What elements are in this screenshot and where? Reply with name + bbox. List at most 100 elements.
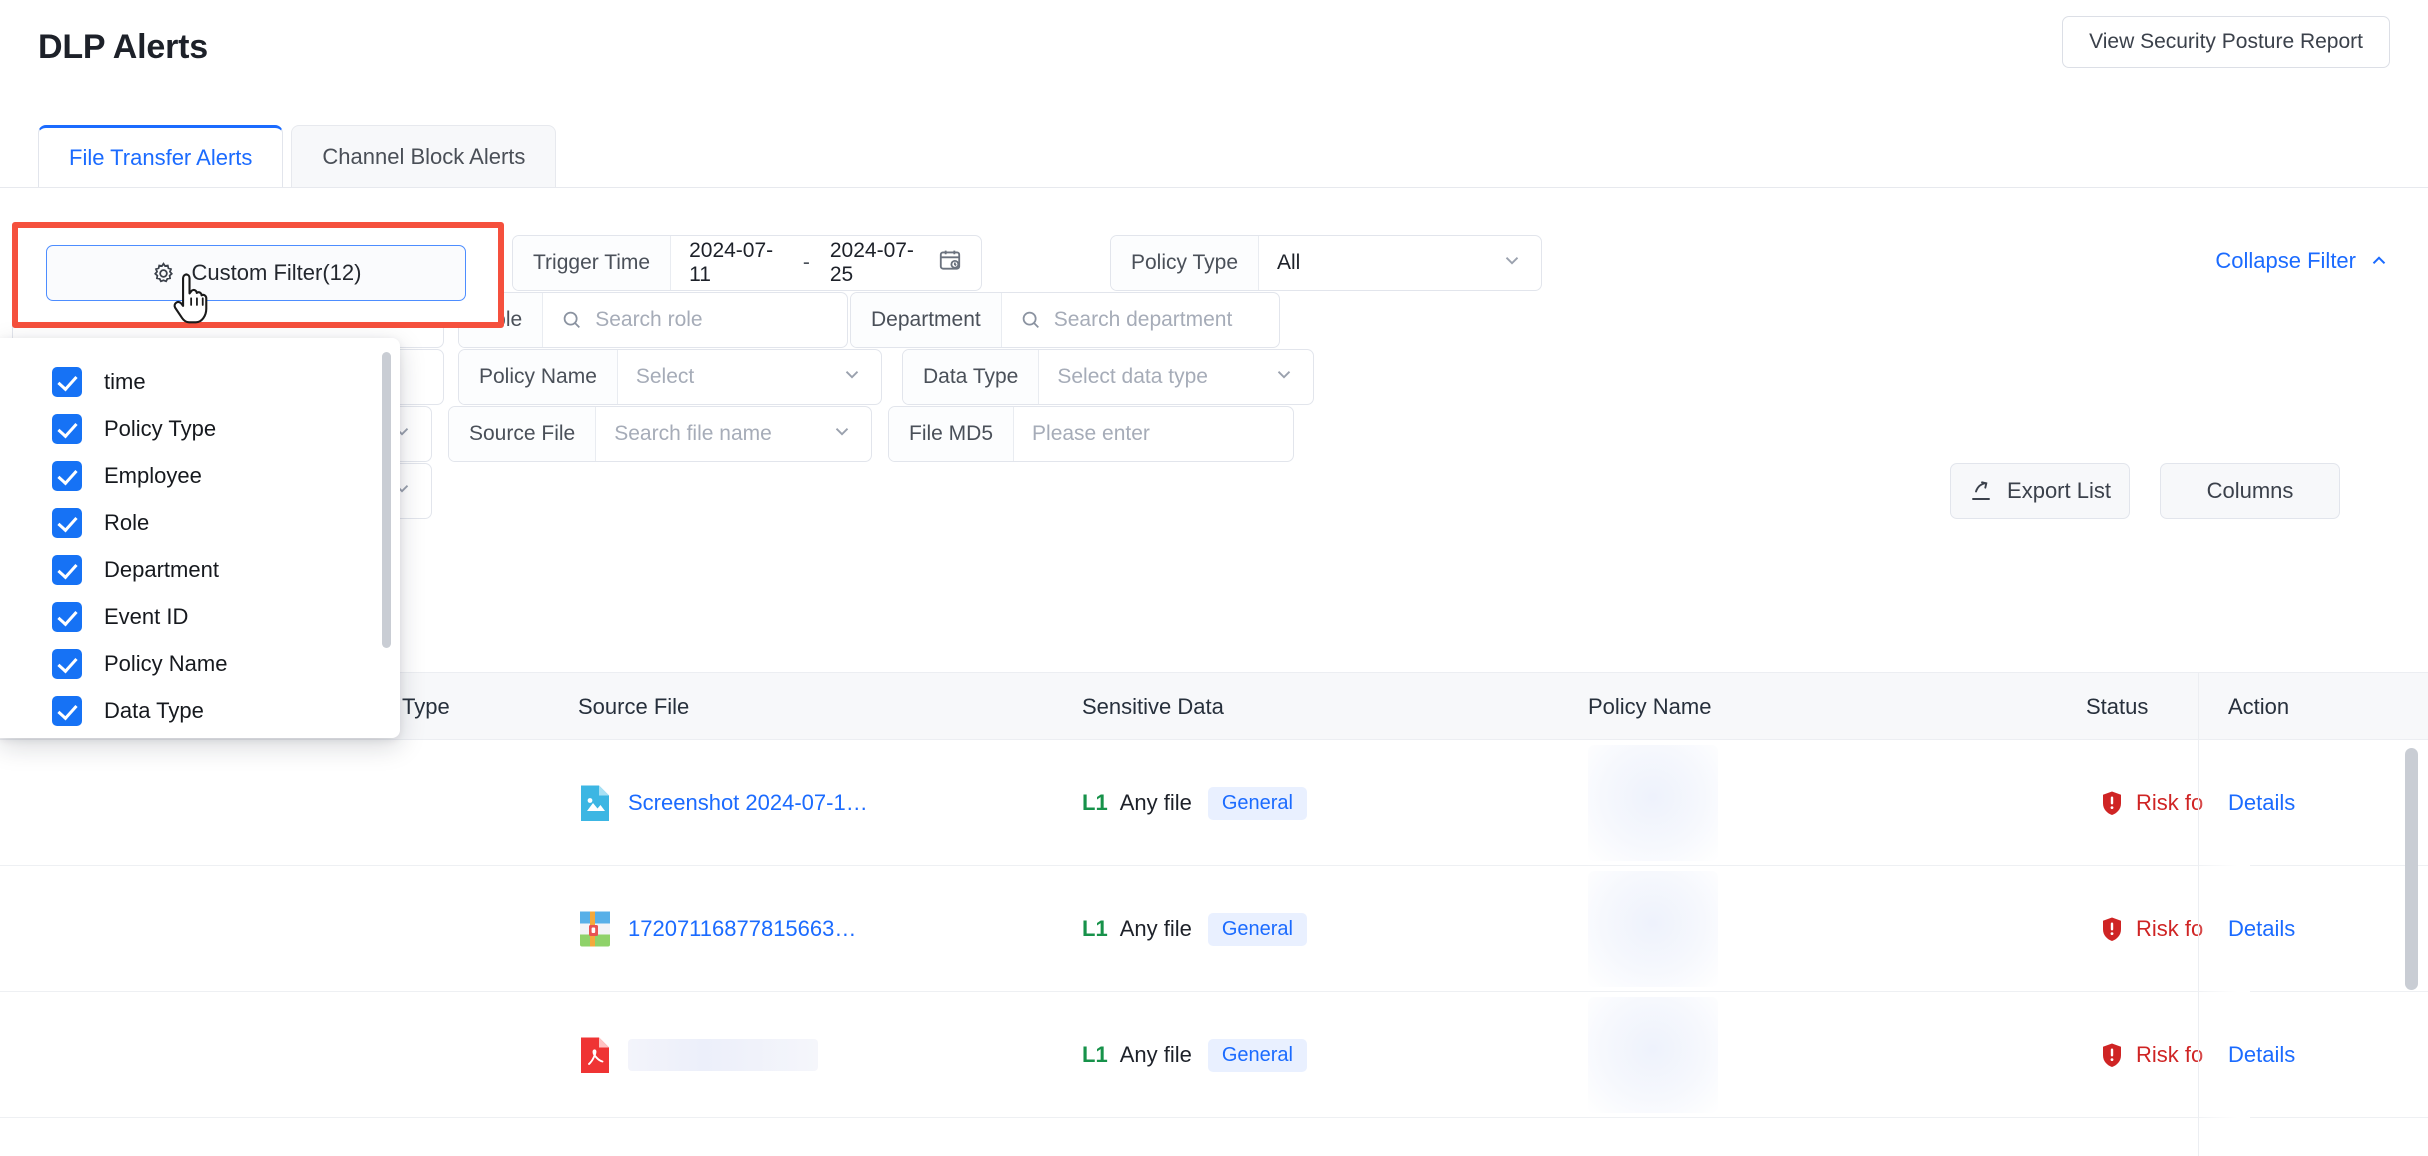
column-header-type[interactable]: Type — [402, 673, 450, 741]
custom-filter-highlight-box: Custom Filter(12) — [12, 222, 504, 328]
cell-policy-name — [1588, 992, 1718, 1118]
risk-shield-icon — [2100, 790, 2124, 816]
dropdown-item-policy-name[interactable]: Policy Name — [0, 640, 400, 687]
role-filter[interactable]: Role Search role — [458, 292, 848, 348]
tab-channel-block-alerts[interactable]: Channel Block Alerts — [291, 125, 557, 188]
cell-source-file[interactable]: Screenshot 2024-07-1… — [578, 740, 868, 866]
dropdown-item-label: time — [104, 368, 146, 394]
table-row[interactable]: L1 Any file General Risk fo Details — [0, 992, 2428, 1118]
dropdown-item-role[interactable]: Role — [0, 499, 400, 546]
file-md5-filter[interactable]: File MD5 Please enter — [888, 406, 1294, 462]
sensitivity-level: L1 — [1082, 790, 1108, 815]
checkbox-checked-icon[interactable] — [52, 460, 82, 491]
cell-action: Details — [2228, 992, 2295, 1118]
dropdown-item-channel[interactable]: Channel — [0, 734, 400, 738]
file-md5-input[interactable]: Please enter — [1032, 422, 1150, 446]
column-header-source-file[interactable]: Source File — [578, 673, 689, 741]
cell-source-file[interactable] — [578, 992, 818, 1118]
dropdown-item-event-id[interactable]: Event ID — [0, 593, 400, 640]
source-file-link[interactable]: Screenshot 2024-07-1… — [628, 790, 868, 816]
dropdown-scrollbar-thumb[interactable] — [382, 352, 391, 648]
trigger-time-start[interactable]: 2024-07-11 — [689, 239, 783, 287]
checkbox-checked-icon[interactable] — [52, 413, 82, 444]
checkbox-checked-icon[interactable] — [52, 507, 82, 538]
source-file-link[interactable] — [628, 1039, 818, 1071]
details-link[interactable]: Details — [2228, 790, 2295, 816]
cell-sensitive-data: L1 Any file General — [1082, 992, 1307, 1118]
dropdown-item-label: Policy Name — [104, 650, 228, 676]
source-file-value: Search file name — [614, 422, 772, 445]
department-body[interactable]: Search department — [1002, 293, 1279, 347]
dropdown-item-label: Event ID — [104, 603, 189, 629]
trigger-time-label: Trigger Time — [513, 236, 672, 290]
custom-filter-button[interactable]: Custom Filter(12) — [46, 245, 466, 301]
calendar-icon[interactable] — [937, 247, 963, 279]
table-scrollbar-thumb[interactable] — [2405, 748, 2418, 990]
cell-action: Details — [2228, 866, 2295, 992]
source-file-link[interactable]: 17207116877815663… — [628, 916, 856, 942]
trigger-time-end[interactable]: 2024-07-25 — [830, 239, 925, 287]
collapse-filter-link[interactable]: Collapse Filter — [2215, 248, 2390, 274]
dropdown-item-time[interactable]: time — [0, 358, 400, 405]
policy-type-body[interactable]: All — [1259, 236, 1541, 290]
chevron-down-icon[interactable] — [1273, 363, 1295, 391]
details-link[interactable]: Details — [2228, 916, 2295, 942]
table-row[interactable]: Screenshot 2024-07-1… L1 Any file Genera… — [0, 740, 2428, 866]
checkbox-checked-icon[interactable] — [52, 554, 82, 585]
status-badge: Risk fo — [2100, 1042, 2203, 1068]
data-tag-badge: General — [1207, 912, 1307, 946]
data-tag-badge: General — [1207, 786, 1307, 820]
dropdown-item-employee[interactable]: Employee — [0, 452, 400, 499]
chevron-down-icon[interactable] — [841, 363, 863, 391]
policy-type-value: All — [1277, 251, 1301, 274]
dropdown-item-data-type[interactable]: Data Type — [0, 687, 400, 734]
custom-filter-label: Custom Filter(12) — [191, 260, 362, 285]
tab-file-transfer-alerts[interactable]: File Transfer Alerts — [38, 125, 284, 188]
policy-name-filter[interactable]: Policy Name Select — [458, 349, 882, 405]
role-body[interactable]: Search role — [543, 293, 847, 347]
tab-label: File Transfer Alerts — [69, 145, 253, 170]
department-filter[interactable]: Department Search department — [850, 292, 1280, 348]
columns-button[interactable]: Columns — [2160, 463, 2340, 519]
role-input[interactable]: Search role — [595, 308, 702, 332]
file-md5-body[interactable]: Please enter — [1014, 407, 1293, 461]
checkbox-checked-icon[interactable] — [52, 648, 82, 679]
source-file-body[interactable]: Search file name — [596, 407, 871, 461]
policy-name-body[interactable]: Select — [618, 350, 881, 404]
action-column-divider — [2198, 672, 2199, 1156]
policy-name-redacted — [1588, 871, 1718, 987]
cell-action: Details — [2228, 740, 2295, 866]
cell-source-file[interactable]: 17207116877815663… — [578, 866, 856, 992]
status-badge: Risk fo — [2100, 790, 2203, 816]
column-header-action[interactable]: Action — [2228, 673, 2289, 741]
policy-type-filter[interactable]: Policy Type All — [1110, 235, 1542, 291]
checkbox-checked-icon[interactable] — [52, 601, 82, 632]
page-header: DLP Alerts View Security Posture Report — [0, 0, 2428, 110]
export-icon — [1969, 479, 1993, 503]
export-list-button[interactable]: Export List — [1950, 463, 2130, 519]
trigger-time-filter[interactable]: Trigger Time 2024-07-11 - 2024-07-25 — [512, 235, 982, 291]
column-header-sensitive-data[interactable]: Sensitive Data — [1082, 673, 1224, 741]
checkbox-checked-icon[interactable] — [52, 695, 82, 726]
column-header-policy-name[interactable]: Policy Name — [1588, 673, 1711, 741]
posture-button-label: View Security Posture Report — [2089, 30, 2363, 53]
source-file-filter[interactable]: Source File Search file name — [448, 406, 872, 462]
sensitivity-level: L1 — [1082, 1042, 1108, 1067]
data-type-label: Data Type — [903, 350, 1040, 404]
details-link[interactable]: Details — [2228, 1042, 2295, 1068]
chevron-down-icon[interactable] — [1501, 249, 1523, 277]
dropdown-item-department[interactable]: Department — [0, 546, 400, 593]
department-input[interactable]: Search department — [1054, 308, 1233, 332]
policy-type-label: Policy Type — [1111, 236, 1259, 290]
trigger-time-body[interactable]: 2024-07-11 - 2024-07-25 — [671, 236, 981, 290]
view-security-posture-report-button[interactable]: View Security Posture Report — [2062, 16, 2390, 68]
table-row[interactable]: 17207116877815663… L1 Any file General R… — [0, 866, 2428, 992]
dropdown-item-policy-type[interactable]: Policy Type — [0, 405, 400, 452]
column-header-status[interactable]: Status — [2086, 673, 2148, 741]
checkbox-checked-icon[interactable] — [52, 366, 82, 397]
chevron-down-icon[interactable] — [831, 420, 853, 448]
cell-sensitive-data: L1 Any file General — [1082, 866, 1307, 992]
data-type-filter[interactable]: Data Type Select data type — [902, 349, 1314, 405]
risk-shield-icon — [2100, 1042, 2124, 1068]
data-type-body[interactable]: Select data type — [1039, 350, 1313, 404]
